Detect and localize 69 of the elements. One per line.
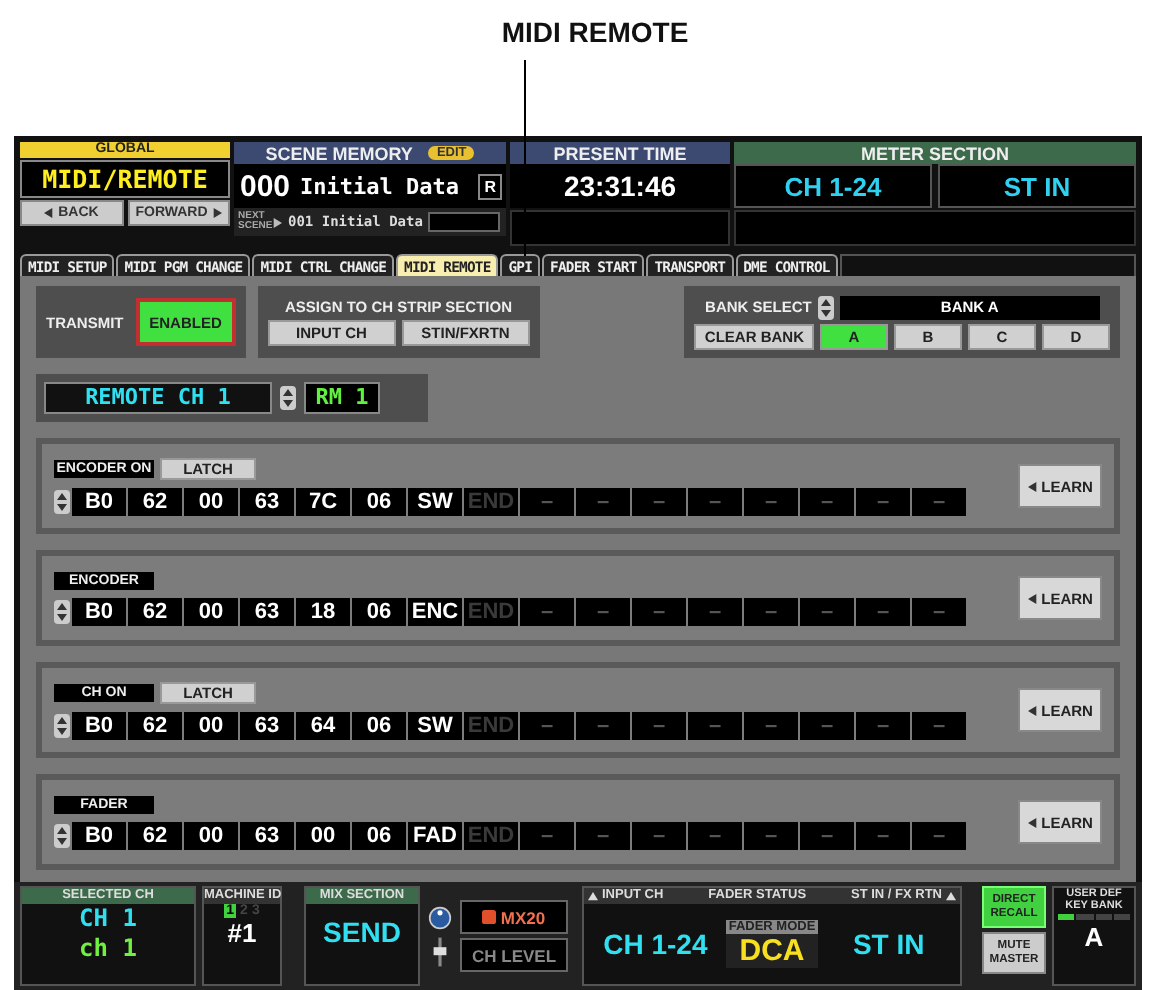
key-bank-value: A [1082, 922, 1106, 952]
message-byte[interactable]: B0 [72, 711, 126, 739]
message-byte[interactable]: SW [408, 711, 462, 739]
left-arrow-icon [1027, 482, 1038, 493]
left-arrow-icon [44, 207, 55, 218]
channel-level-display: CH LEVEL [460, 938, 568, 972]
message-byte[interactable]: B0 [72, 597, 126, 625]
section-title: METER SECTION [860, 143, 1009, 163]
stepper-icon[interactable] [54, 823, 70, 847]
message-byte[interactable]: SW [408, 487, 462, 515]
remote-channel-display[interactable]: REMOTE CH 1 [44, 382, 272, 414]
message-byte[interactable]: 00 [184, 821, 238, 849]
stepper-icon[interactable] [817, 295, 834, 319]
meter-button[interactable]: ST IN [938, 164, 1136, 208]
scene-number: 000 [240, 169, 291, 203]
left-arrow-icon [1027, 594, 1038, 605]
section-title: PRESENT TIME [553, 143, 687, 163]
stepper-icon[interactable] [280, 386, 296, 410]
remote-number-display[interactable]: RM 1 [304, 382, 380, 414]
right-arrow-icon [272, 217, 282, 227]
mix-bus-display: MX20 [460, 900, 568, 934]
left-arrow-icon [1027, 706, 1038, 717]
message-byte[interactable]: 62 [128, 597, 182, 625]
stin-value: ST IN [850, 928, 927, 960]
message-byte[interactable]: 63 [240, 821, 294, 849]
callout-label: MIDI REMOTE [501, 16, 689, 48]
message-byte[interactable]: 63 [240, 597, 294, 625]
stepper-icon[interactable] [54, 599, 70, 623]
message-byte[interactable]: 06 [352, 597, 406, 625]
read-only-indicator: R [478, 173, 502, 199]
message-byte[interactable]: B0 [72, 487, 126, 515]
up-arrow-icon [945, 891, 956, 901]
machine-id: #1 [225, 918, 259, 948]
input-channel-range: CH 1-24 [601, 928, 710, 960]
knob-icon [428, 905, 452, 929]
message-byte[interactable]: 63 [240, 711, 294, 739]
message-byte[interactable]: 62 [128, 487, 182, 515]
up-arrow-icon [588, 891, 598, 901]
message-byte[interactable]: 06 [352, 821, 406, 849]
message-byte[interactable]: 62 [128, 821, 182, 849]
stereo-icon [482, 910, 497, 924]
message-byte[interactable]: 7C [296, 487, 350, 515]
channel-name: ch 1 [79, 934, 137, 964]
stepper-icon[interactable] [54, 713, 70, 737]
section-title: SCENE MEMORY [265, 143, 413, 163]
message-byte[interactable]: 64 [296, 711, 350, 739]
right-arrow-icon [211, 207, 222, 218]
message-byte[interactable]: 18 [296, 597, 350, 625]
message-byte[interactable]: 06 [352, 487, 406, 515]
selected-channel: CH 1 [79, 904, 137, 934]
message-byte[interactable]: 06 [352, 711, 406, 739]
message-byte[interactable]: 00 [184, 597, 238, 625]
stepper-icon[interactable] [54, 489, 70, 513]
scene-name: Initial Data [300, 173, 462, 199]
message-byte[interactable]: FAD [408, 821, 462, 849]
fader-icon [432, 935, 448, 967]
left-arrow-icon [1027, 818, 1038, 829]
message-byte[interactable]: 00 [296, 821, 350, 849]
message-byte[interactable]: 00 [184, 487, 238, 515]
message-byte[interactable]: B0 [72, 821, 126, 849]
fader-mode: DCA [739, 934, 805, 968]
mix-section-value: SEND [321, 914, 403, 952]
message-byte[interactable]: 62 [128, 711, 182, 739]
message-byte[interactable]: 00 [184, 711, 238, 739]
message-byte[interactable]: 63 [240, 487, 294, 515]
present-time: 23:31:46 [510, 164, 730, 208]
message-byte[interactable]: ENC [408, 597, 462, 625]
meter-button[interactable]: CH 1-24 [734, 164, 932, 208]
screen-title: MIDI/REMOTE [20, 160, 230, 198]
